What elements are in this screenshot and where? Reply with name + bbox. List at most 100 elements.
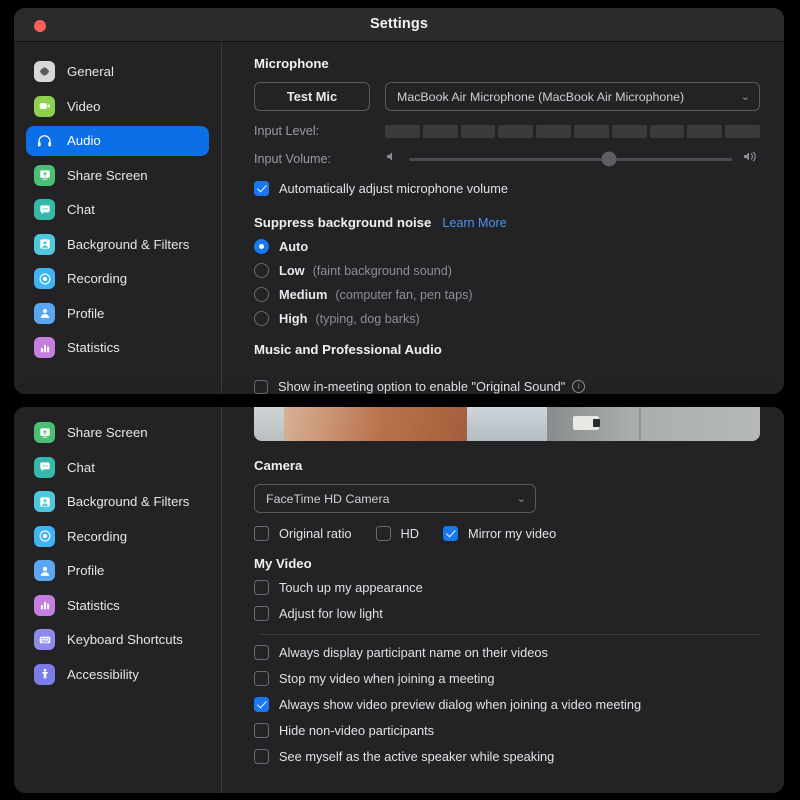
auto-adjust-mic-volume-label: Automatically adjust microphone volume — [279, 181, 509, 196]
original-sound-option-row[interactable]: Show in-meeting option to enable "Origin… — [254, 379, 760, 394]
sidebar-item-keyboard-shortcuts[interactable]: Keyboard Shortcuts — [26, 625, 209, 655]
sidebar-item-recording[interactable]: Recording — [26, 264, 209, 294]
noise-option-auto[interactable]: Auto — [254, 239, 760, 254]
option-checkbox[interactable] — [254, 645, 269, 660]
option-original-ratio[interactable]: Original ratio — [254, 526, 352, 541]
option-checkbox[interactable] — [254, 580, 269, 595]
option-hide-non-video-participants[interactable]: Hide non-video participants — [254, 723, 760, 738]
camera-device-value: FaceTime HD Camera — [266, 491, 390, 506]
noise-option-radio[interactable] — [254, 287, 269, 302]
sidebar-item-chat[interactable]: Chat — [26, 195, 209, 225]
option-label: Stop my video when joining a meeting — [279, 671, 495, 686]
audio-settings-panel: Microphone Test Mic MacBook Air Micropho… — [222, 42, 784, 394]
speaker-high-icon — [742, 150, 760, 168]
original-sound-label: Show in-meeting option to enable "Origin… — [278, 379, 566, 394]
option-always-display-participant-name-on-their-videos[interactable]: Always display participant name on their… — [254, 645, 760, 660]
original-sound-checkbox[interactable] — [254, 379, 268, 394]
option-checkbox[interactable] — [254, 723, 269, 738]
learn-more-link[interactable]: Learn More — [442, 216, 506, 230]
sidebar-item-label: Background & Filters — [67, 494, 190, 509]
option-checkbox[interactable] — [254, 606, 269, 621]
option-adjust-for-low-light[interactable]: Adjust for low light — [254, 606, 760, 621]
option-label: Always show video preview dialog when jo… — [279, 697, 642, 712]
camera-heading: Camera — [254, 458, 303, 473]
sidebar-item-background-filters[interactable]: Background & Filters — [26, 487, 209, 517]
input-volume-slider[interactable] — [409, 151, 732, 167]
sidebar-item-audio[interactable]: Audio — [26, 125, 209, 156]
settings-sidebar-video: Share Screen Chat Background & Filters Reco… — [14, 407, 222, 793]
video-settings-panel: Camera FaceTime HD Camera ⌄ Original rat… — [222, 407, 784, 793]
sidebar-item-video[interactable]: Video — [26, 91, 209, 121]
option-checkbox[interactable] — [375, 526, 391, 541]
option-always-show-video-preview-dialog-when-joining-a-video-meeting[interactable]: Always show video preview dialog when jo… — [254, 697, 760, 712]
option-see-myself-as-the-active-speaker-while-speaking[interactable]: See myself as the active speaker while s… — [254, 749, 760, 764]
sidebar-item-label: Share Screen — [67, 425, 148, 440]
sidebar-item-background-filters[interactable]: Background & Filters — [26, 229, 209, 259]
noise-option-label: Auto — [279, 239, 309, 254]
input-level-segment — [422, 124, 458, 138]
sidebar-item-profile[interactable]: Profile — [26, 298, 209, 328]
sidebar-item-share-screen[interactable]: Share Screen — [26, 160, 209, 190]
option-checkbox[interactable] — [443, 526, 459, 541]
option-checkbox[interactable] — [254, 697, 269, 712]
sidebar-item-profile[interactable]: Profile — [26, 556, 209, 586]
microphone-device-value: MacBook Air Microphone (MacBook Air Micr… — [397, 89, 685, 104]
noise-option-radio[interactable] — [254, 263, 269, 278]
noise-option-low[interactable]: Low (faint background sound) — [254, 263, 760, 278]
option-label: See myself as the active speaker while s… — [279, 749, 555, 764]
input-volume-thumb[interactable] — [601, 151, 617, 167]
option-checkbox[interactable] — [254, 526, 269, 541]
share-screen-icon — [34, 422, 55, 443]
record-circle-icon — [34, 268, 55, 289]
sidebar-item-accessibility[interactable]: Accessibility — [26, 659, 209, 689]
option-label: Original ratio — [279, 526, 352, 541]
person-icon — [34, 302, 55, 324]
input-level-segment — [573, 124, 609, 138]
option-touch-up-my-appearance[interactable]: Touch up my appearance — [254, 580, 760, 595]
option-checkbox[interactable] — [254, 671, 269, 686]
noise-option-label: Low — [279, 263, 305, 278]
option-hd[interactable]: HD — [375, 526, 419, 541]
share-screen-icon — [34, 164, 55, 186]
option-label: Always display participant name on their… — [279, 645, 548, 660]
sidebar-item-label: Profile — [67, 563, 105, 578]
my-video-options: Touch up my appearance Adjust for low lig… — [254, 580, 760, 621]
noise-option-radio[interactable] — [254, 239, 269, 254]
sidebar-item-label: General — [67, 64, 114, 79]
microphone-device-select[interactable]: MacBook Air Microphone (MacBook Air Micr… — [385, 82, 760, 111]
sidebar-item-label: Video — [67, 98, 101, 114]
test-mic-button[interactable]: Test Mic — [254, 82, 370, 111]
sidebar-item-statistics[interactable]: Statistics — [26, 333, 209, 363]
sidebar-item-label: Accessibility — [67, 666, 139, 682]
auto-adjust-mic-volume-checkbox[interactable] — [254, 181, 269, 196]
input-level-segment — [687, 124, 723, 138]
option-mirror-my-video[interactable]: Mirror my video — [443, 526, 556, 541]
input-level-segment — [460, 124, 496, 138]
noise-option-medium[interactable]: Medium (computer fan, pen taps) — [254, 287, 760, 302]
sidebar-item-share-screen[interactable]: Share Screen — [26, 418, 209, 448]
sidebar-item-label: Chat — [67, 202, 95, 217]
microphone-heading: Microphone — [254, 56, 329, 71]
noise-option-radio[interactable] — [254, 311, 269, 326]
noise-option-label: High — [279, 311, 308, 326]
sidebar-item-chat[interactable]: Chat — [26, 452, 209, 482]
sidebar-item-label: Recording — [67, 271, 128, 286]
info-icon[interactable]: i — [572, 380, 586, 393]
sidebar-item-recording[interactable]: Recording — [26, 521, 209, 551]
option-checkbox[interactable] — [254, 749, 269, 764]
sidebar-item-label: Audio — [67, 133, 101, 148]
sidebar-item-label: Share Screen — [67, 167, 148, 183]
sidebar-item-general[interactable]: General — [26, 57, 209, 87]
option-stop-my-video-when-joining-a-meeting[interactable]: Stop my video when joining a meeting — [254, 671, 760, 686]
input-volume-label: Input Volume: — [254, 152, 332, 166]
noise-option-hint: (computer fan, pen taps) — [335, 287, 473, 302]
auto-adjust-mic-volume-row[interactable]: Automatically adjust microphone volume — [254, 181, 760, 196]
sidebar-item-statistics[interactable]: Statistics — [26, 590, 209, 620]
noise-option-high[interactable]: High (typing, dog barks) — [254, 311, 760, 326]
option-label: Hide non-video participants — [279, 723, 435, 738]
input-level-segment — [649, 124, 685, 138]
camera-device-select[interactable]: FaceTime HD Camera ⌄ — [254, 484, 536, 513]
sidebar-item-label: Statistics — [67, 340, 120, 355]
section-divider — [260, 634, 760, 635]
noise-option-hint: (faint background sound) — [312, 263, 452, 278]
